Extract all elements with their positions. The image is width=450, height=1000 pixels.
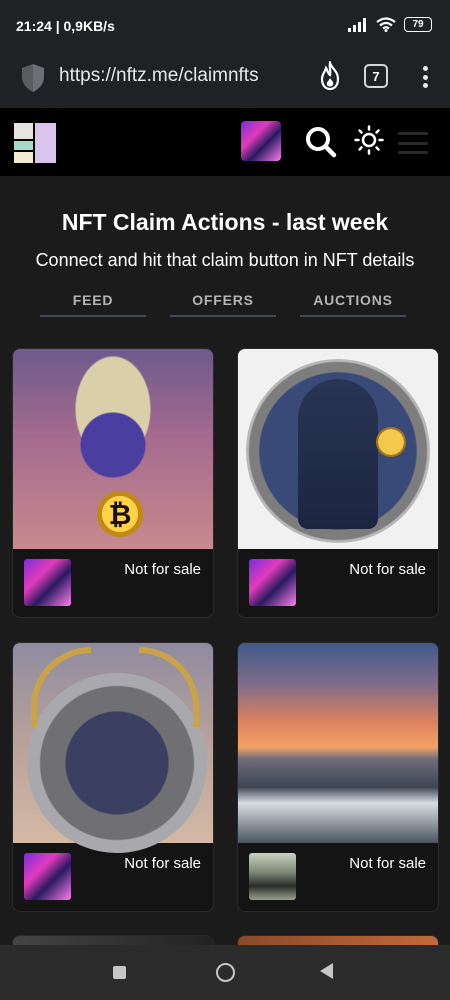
nft-image[interactable]	[13, 643, 213, 853]
page-title: NFT Claim Actions - last week	[61, 209, 389, 235]
status-icons: 79	[348, 17, 432, 32]
site-header	[0, 108, 450, 176]
address-bar[interactable]: https://nftz.me/claimnfts	[59, 65, 259, 87]
status-time: 21:24 | 0,9KB/s	[16, 18, 115, 34]
fire-icon[interactable]	[318, 61, 342, 91]
system-nav-bar	[0, 945, 450, 1000]
back-icon[interactable]	[320, 963, 333, 979]
battery-icon: 79	[404, 17, 432, 32]
nft-image[interactable]: ₿	[13, 349, 213, 549]
nft-card[interactable]: Not for sale	[237, 642, 439, 912]
signal-icon	[348, 17, 366, 32]
owner-avatar[interactable]	[24, 853, 71, 900]
nft-card[interactable]: Not for sale	[237, 348, 439, 618]
browser-menu-icon[interactable]	[417, 64, 433, 90]
sale-status: Not for sale	[124, 855, 201, 872]
shield-icon[interactable]	[20, 63, 46, 93]
tab-feed[interactable]: FEED	[40, 292, 146, 317]
user-avatar[interactable]	[241, 121, 281, 161]
nft-image[interactable]	[238, 643, 438, 843]
nft-card[interactable]: ₿ Not for sale	[12, 348, 214, 618]
owner-avatar[interactable]	[249, 559, 296, 606]
owner-avatar[interactable]	[24, 559, 71, 606]
sale-status: Not for sale	[349, 561, 426, 578]
wifi-icon	[376, 17, 396, 32]
theme-toggle-icon[interactable]	[354, 125, 384, 155]
page-subtitle: Connect and hit that claim button in NFT…	[35, 250, 415, 270]
tab-offers[interactable]: OFFERS	[170, 292, 276, 317]
nft-image[interactable]	[238, 349, 438, 549]
search-icon[interactable]	[305, 126, 337, 158]
tab-switcher-button[interactable]: 7	[364, 64, 388, 88]
status-bar: 21:24 | 0,9KB/s 79	[0, 0, 450, 52]
owner-avatar[interactable]	[249, 853, 296, 900]
sale-status: Not for sale	[349, 855, 426, 872]
home-icon[interactable]	[216, 963, 235, 982]
bitcoin-coin-icon: ₿	[97, 491, 143, 537]
site-logo[interactable]	[14, 123, 56, 163]
nft-card[interactable]: Not for sale	[12, 642, 214, 912]
recents-icon[interactable]	[113, 966, 126, 979]
sale-status: Not for sale	[124, 561, 201, 578]
hamburger-menu-icon[interactable]	[398, 132, 428, 154]
tab-auctions[interactable]: AUCTIONS	[300, 292, 406, 317]
browser-toolbar: https://nftz.me/claimnfts 7	[0, 52, 450, 108]
